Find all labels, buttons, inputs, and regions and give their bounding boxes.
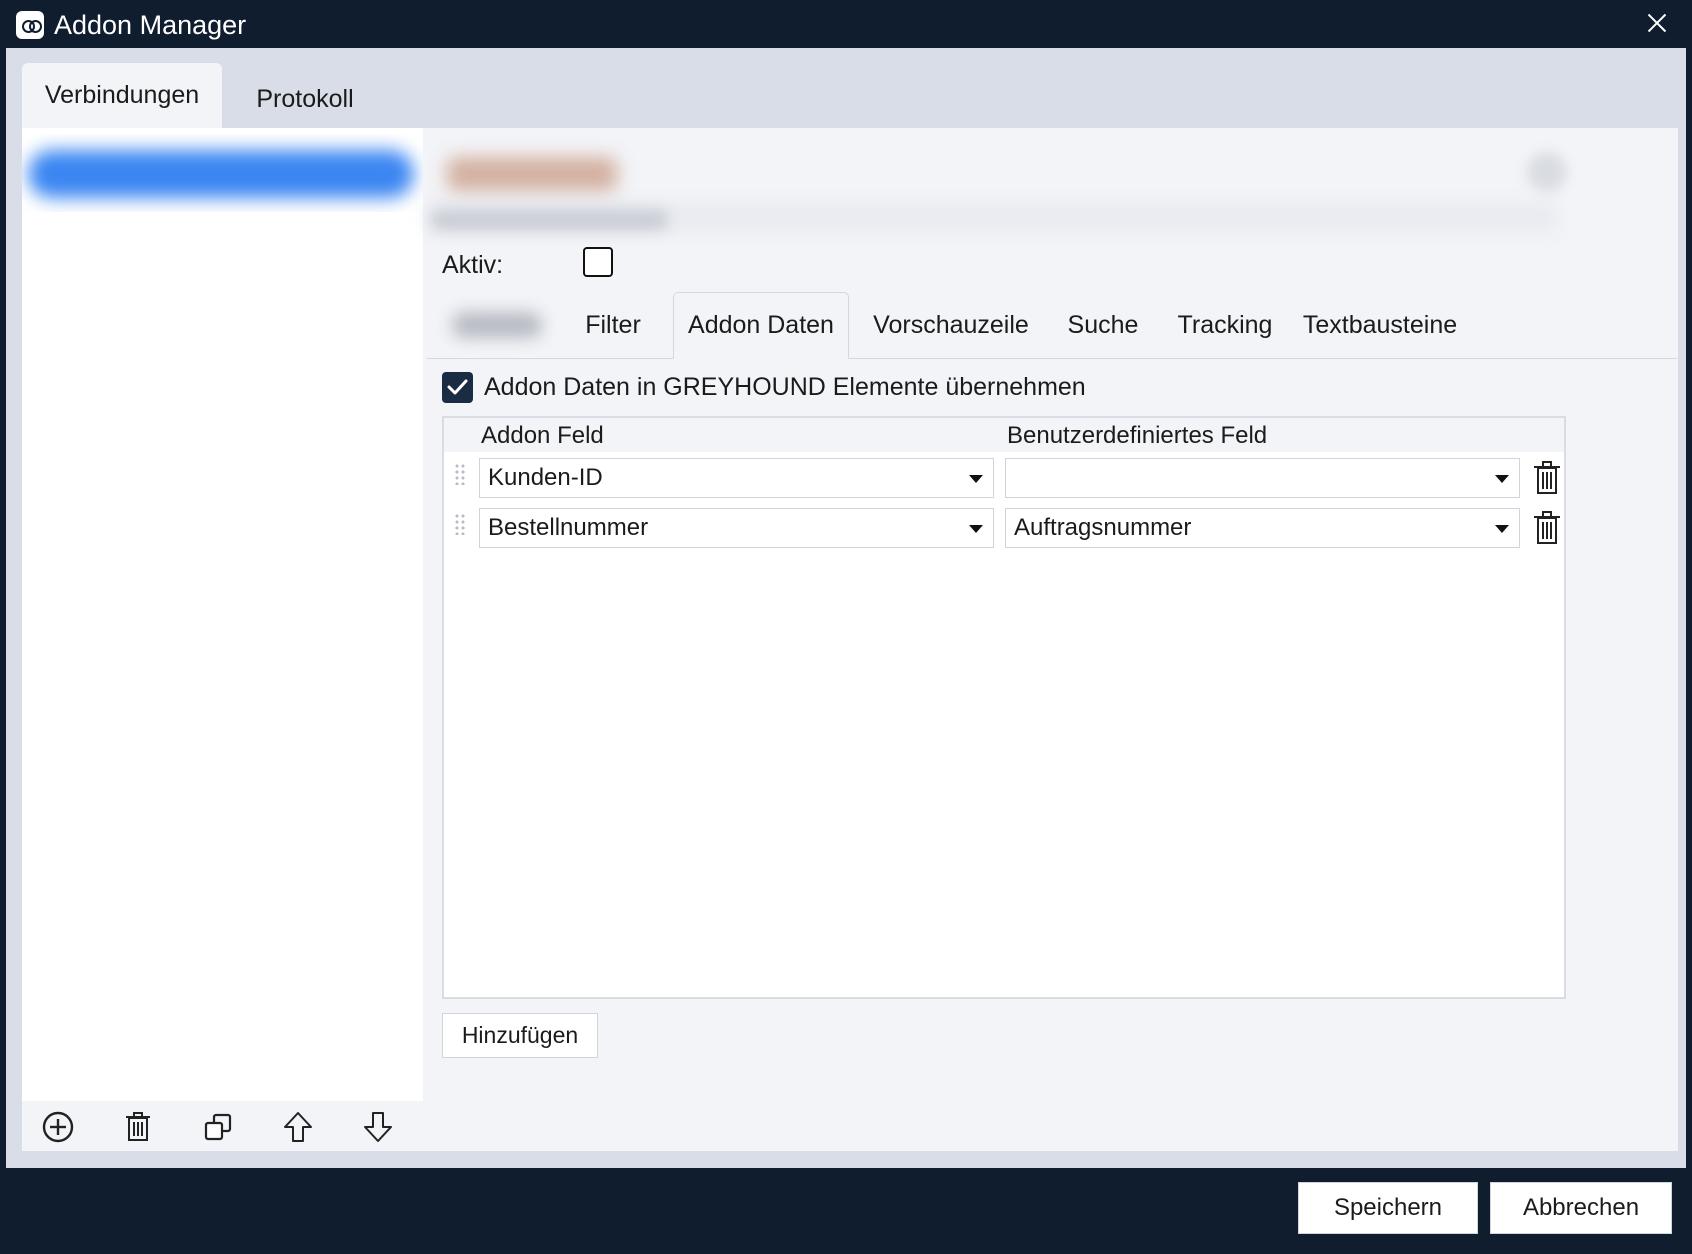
delete-row-icon[interactable] <box>1532 510 1562 546</box>
tab-label: Filter <box>585 310 641 339</box>
custom-field-select[interactable]: Auftragsnummer <box>1005 508 1520 548</box>
window-title: Addon Manager <box>54 10 247 40</box>
table-row: Kunden-ID <box>444 454 1564 504</box>
transfer-checkbox-label: Addon Daten in GREYHOUND Elemente überne… <box>484 373 1086 401</box>
column-header-benutzerdefiniertes-feld: Benutzerdefiniertes Feld <box>1007 422 1268 449</box>
list-item-selected[interactable] <box>22 134 423 212</box>
tab-label: Addon Daten <box>688 311 834 339</box>
redacted-tab-label <box>452 312 542 338</box>
tab-label: Textbausteine <box>1302 310 1458 339</box>
connections-panel: Aktiv: Filter Addon Daten Vorschauzeile … <box>22 128 1678 1151</box>
delete-row-icon[interactable] <box>1532 460 1562 496</box>
trash-icon[interactable] <box>118 1107 158 1147</box>
grid-header: Addon Feld Benutzerdefiniertes Feld <box>444 418 1564 452</box>
redacted-header <box>427 132 1677 242</box>
selected-value: Auftragsnummer <box>1014 514 1192 541</box>
redacted-subtitle <box>432 210 667 230</box>
connection-detail: Aktiv: Filter Addon Daten Vorschauzeile … <box>423 128 1678 1151</box>
table-row: Bestellnummer Auftragsnummer <box>444 504 1564 554</box>
tab-label: Verbindungen <box>44 81 200 109</box>
column-header-addon-feld: Addon Feld <box>481 422 604 449</box>
tab-vorschauzeile[interactable]: Vorschauzeile <box>859 292 1043 358</box>
chevron-down-icon <box>1495 525 1509 533</box>
addon-field-select[interactable]: Bestellnummer <box>479 508 994 548</box>
tab-textbausteine[interactable]: Textbausteine <box>1295 292 1465 358</box>
tab-label: Suche <box>1067 310 1139 339</box>
tab-verbindungen[interactable]: Verbindungen <box>22 63 222 128</box>
drag-handle-icon[interactable] <box>454 463 466 485</box>
tab-redacted[interactable] <box>437 292 557 358</box>
field-mapping-grid: Addon Feld Benutzerdefiniertes Feld Kund… <box>442 416 1566 999</box>
add-mapping-button[interactable]: Hinzufügen <box>442 1013 598 1058</box>
dialog-client: Verbindungen Protokoll Aktiv: Filter Add… <box>6 48 1686 1168</box>
plus-circle-icon[interactable] <box>38 1107 78 1147</box>
aktiv-checkbox[interactable] <box>583 247 613 277</box>
aktiv-label: Aktiv: <box>442 251 504 279</box>
redacted-icon <box>1527 152 1567 192</box>
tab-suche[interactable]: Suche <box>1051 292 1155 358</box>
arrow-up-icon[interactable] <box>278 1107 318 1147</box>
addon-field-select[interactable]: Kunden-ID <box>479 458 994 498</box>
arrow-down-icon[interactable] <box>358 1107 398 1147</box>
app-icon <box>16 11 44 39</box>
tab-label: Tracking <box>1177 310 1273 339</box>
tab-tracking[interactable]: Tracking <box>1163 292 1287 358</box>
selected-value: Bestellnummer <box>488 514 649 541</box>
title-bar: Addon Manager <box>0 0 1692 48</box>
tab-label: Protokoll <box>256 85 354 113</box>
selected-value: Kunden-ID <box>488 464 603 491</box>
cancel-button[interactable]: Abbrechen <box>1490 1182 1672 1234</box>
redacted-title <box>447 157 617 191</box>
chevron-down-icon <box>969 525 983 533</box>
tab-filter[interactable]: Filter <box>567 292 659 358</box>
redacted-item <box>28 150 414 198</box>
detail-tabs: Filter Addon Daten Vorschauzeile Suche T… <box>427 292 1677 359</box>
tab-addon-daten[interactable]: Addon Daten <box>673 292 849 359</box>
save-button[interactable]: Speichern <box>1298 1182 1478 1234</box>
tab-protokoll[interactable]: Protokoll <box>230 63 380 132</box>
tab-label: Vorschauzeile <box>873 310 1029 339</box>
duplicate-icon[interactable] <box>198 1107 238 1147</box>
drag-handle-icon[interactable] <box>454 513 466 535</box>
close-icon[interactable] <box>1642 8 1672 38</box>
transfer-checkbox[interactable] <box>442 372 473 403</box>
chevron-down-icon <box>969 475 983 483</box>
list-toolbar <box>22 1101 423 1151</box>
custom-field-select[interactable] <box>1005 458 1520 498</box>
connections-list[interactable] <box>22 128 423 1101</box>
chevron-down-icon <box>1495 475 1509 483</box>
